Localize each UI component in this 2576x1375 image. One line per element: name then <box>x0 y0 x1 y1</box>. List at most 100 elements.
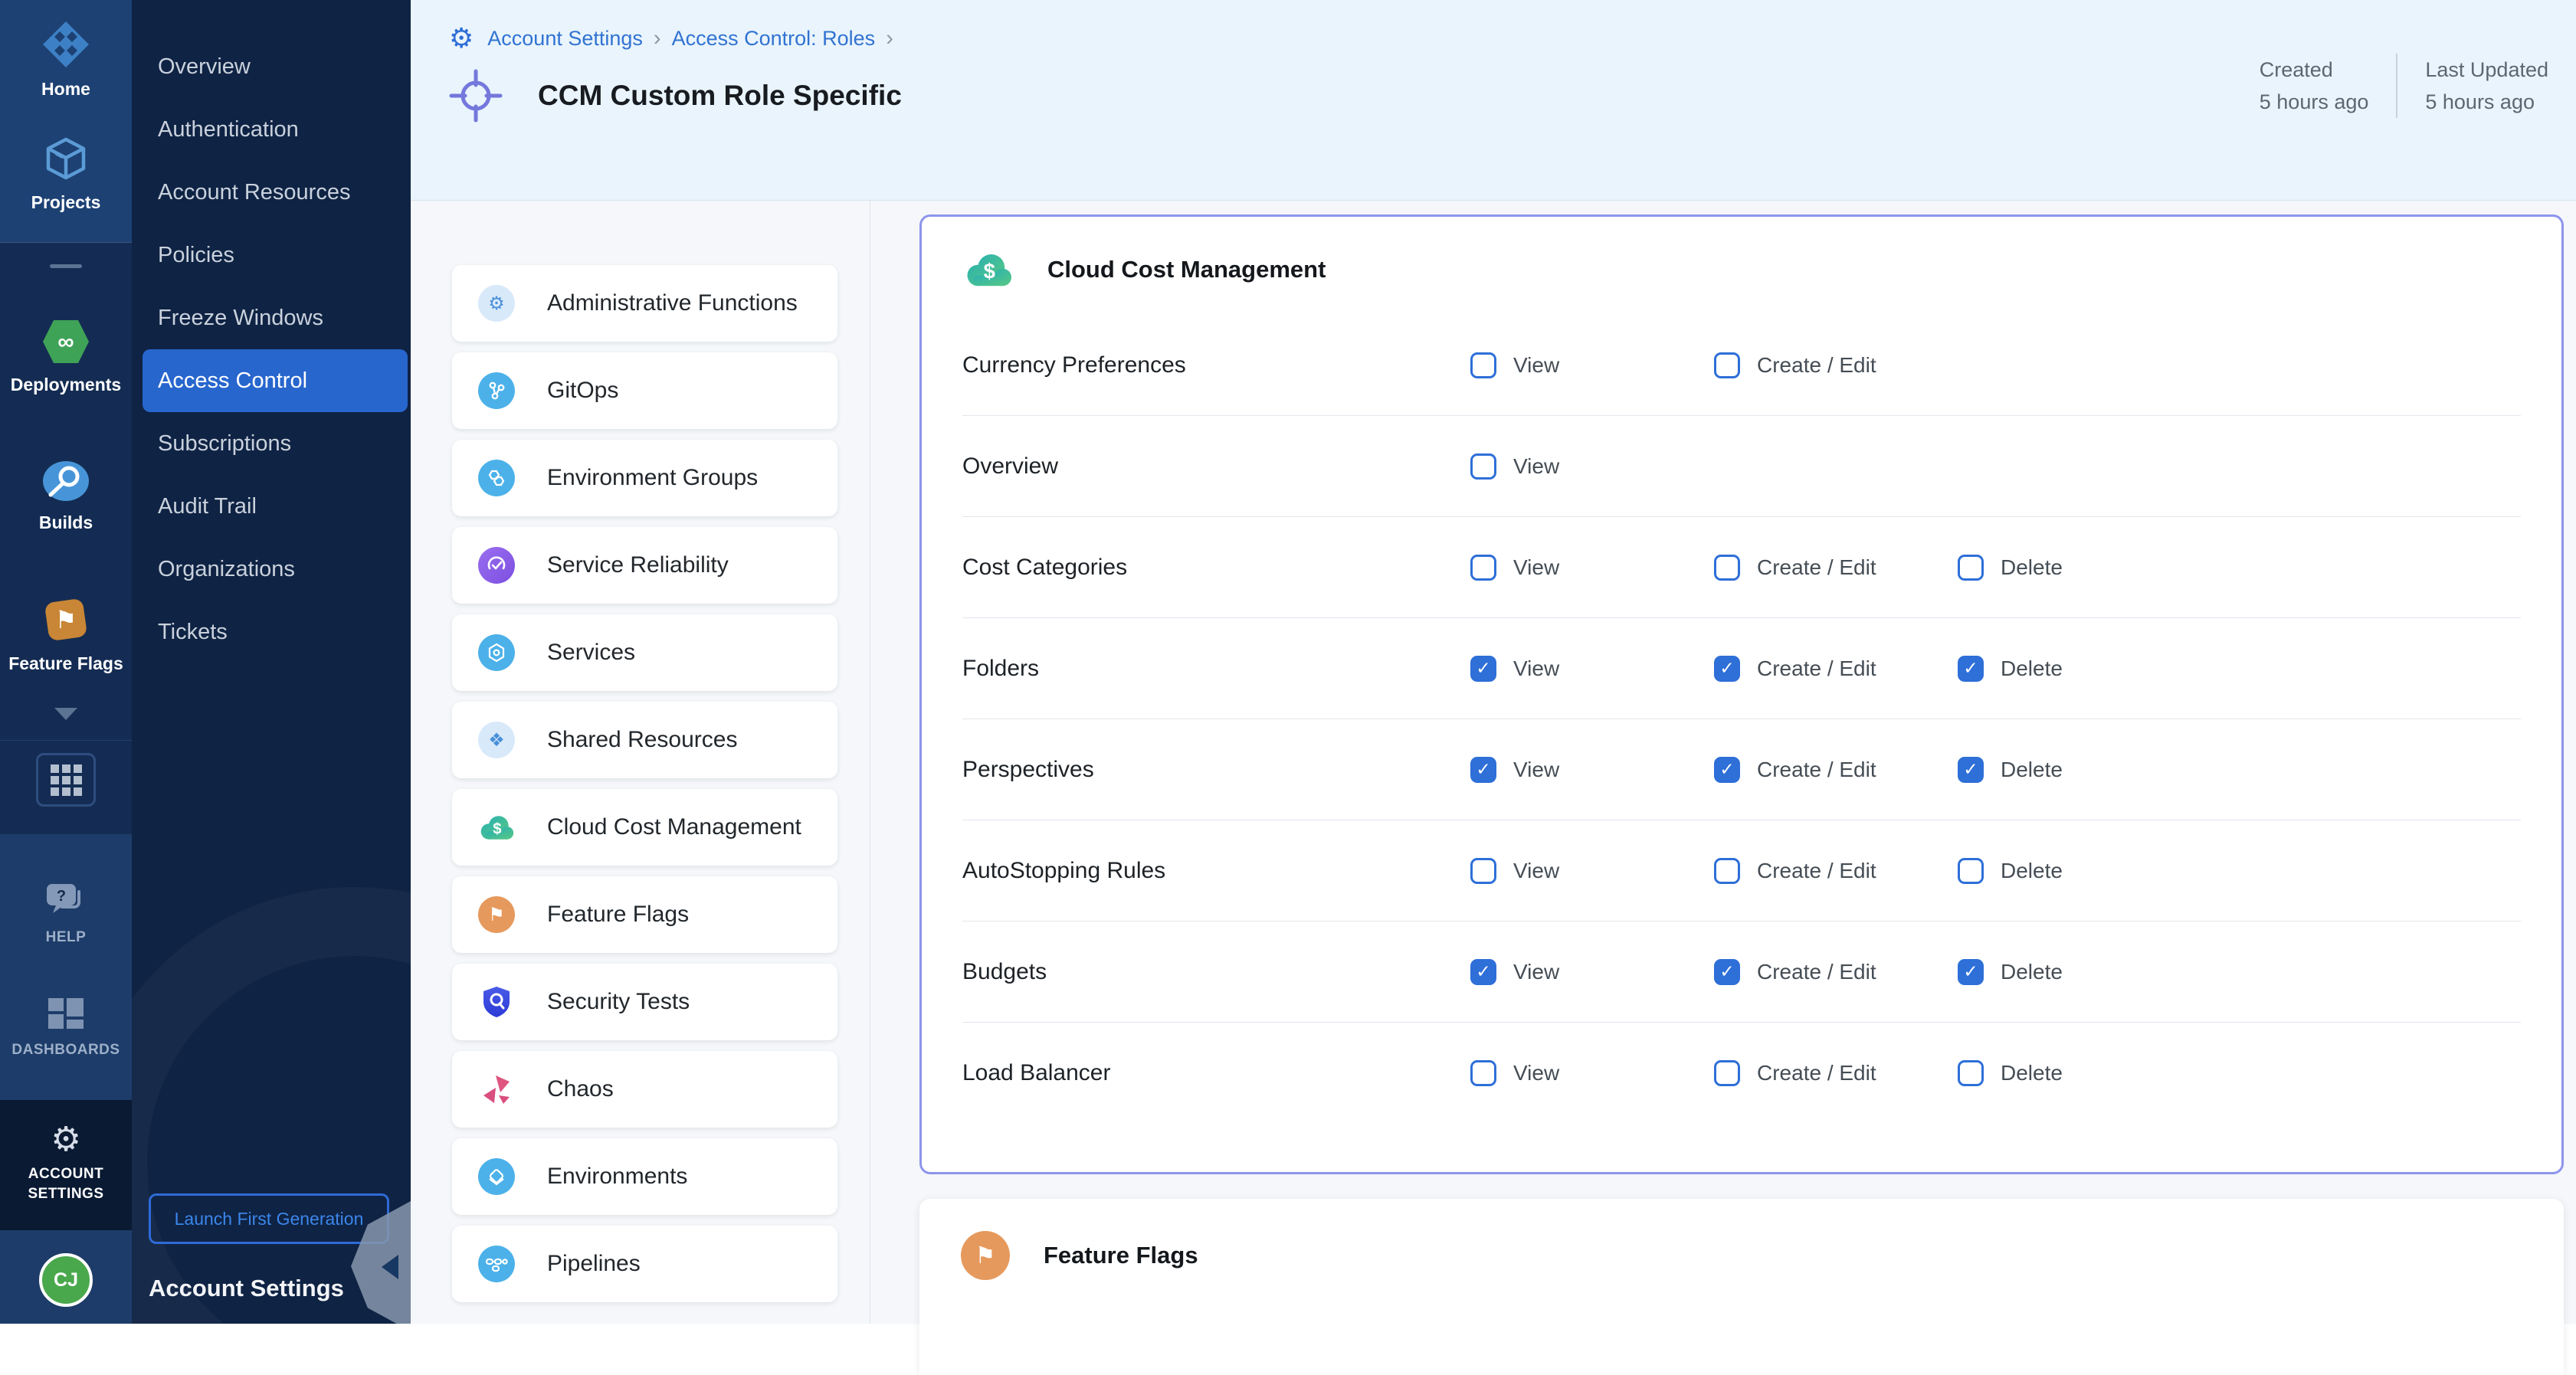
create-edit-checkbox[interactable] <box>1714 858 1740 884</box>
create-edit-checkbox[interactable] <box>1714 757 1740 783</box>
resource-card-pipelines[interactable]: Pipelines <box>452 1226 837 1302</box>
view-checkbox[interactable] <box>1470 1060 1496 1086</box>
rail-item-dashboards[interactable]: DASHBOARDS <box>11 997 120 1060</box>
environments-icon <box>478 1158 515 1195</box>
delete-checkbox[interactable] <box>1958 1060 1984 1086</box>
sidebar-item-organizations[interactable]: Organizations <box>132 538 411 601</box>
view-permission: View <box>1470 453 1714 480</box>
projects-icon <box>42 135 90 182</box>
grid-icon <box>51 764 82 796</box>
view-checkbox[interactable] <box>1470 858 1496 884</box>
collapse-sidebar-button[interactable] <box>382 1255 398 1279</box>
create-edit-checkbox[interactable] <box>1714 1060 1740 1086</box>
breadcrumb-access-control-roles[interactable]: Access Control: Roles <box>672 27 876 51</box>
avatar[interactable]: CJ <box>39 1253 93 1307</box>
sidebar-item-access-control[interactable]: Access Control <box>143 349 408 412</box>
sidebar-footer: Launch First Generation Account Settings <box>132 1193 411 1324</box>
rail-item-account-settings[interactable]: ⚙ ACCOUNT SETTINGS <box>0 1100 132 1230</box>
permission-row-overview: Overview View Create / Edit Delete <box>962 416 2521 517</box>
rail-section-lower: ? HELP DASHBOARDS ⚙ ACCOUNT SETTINGS CJ <box>0 834 132 1324</box>
sidebar-item-subscriptions[interactable]: Subscriptions <box>132 412 411 475</box>
feature-flags-permissions-panel: ⚑ Feature Flags <box>919 1199 2564 1375</box>
breadcrumb-account-settings[interactable]: Account Settings <box>487 27 643 51</box>
security-tests-icon <box>478 984 515 1020</box>
rail-item-label: Feature Flags <box>8 653 123 674</box>
admin-functions-icon: ⚙ <box>478 285 515 322</box>
rail-item-builds[interactable]: Builds <box>39 460 93 533</box>
delete-permission: Delete <box>1958 555 2201 581</box>
resource-card-administrative-functions[interactable]: ⚙ Administrative Functions <box>452 265 837 342</box>
breadcrumb: ⚙ Account Settings › Access Control: Rol… <box>449 0 2576 52</box>
main-area: ⚙ Account Settings › Access Control: Rol… <box>411 0 2576 1324</box>
pipelines-icon <box>478 1246 515 1282</box>
rail-divider-dash <box>50 264 82 268</box>
sidebar-item-policies[interactable]: Policies <box>132 224 411 286</box>
launch-first-generation-button[interactable]: Launch First Generation <box>149 1193 389 1244</box>
delete-permission: Delete <box>1958 656 2201 682</box>
rail-avatar-section: CJ <box>0 1230 132 1324</box>
view-checkbox[interactable] <box>1470 352 1496 378</box>
create-edit-permission: Create / Edit <box>1714 352 1958 378</box>
permission-row-folders: Folders View Create / Edit Delete <box>962 618 2521 719</box>
resource-card-environments[interactable]: Environments <box>452 1138 837 1215</box>
chevron-down-icon[interactable] <box>54 708 77 720</box>
sidebar-item-overview[interactable]: Overview <box>132 35 411 98</box>
content-area: ⚙ Administrative Functions GitOps Enviro… <box>411 201 2576 1324</box>
sidebar-item-audit-trail[interactable]: Audit Trail <box>132 475 411 538</box>
rail-item-help[interactable]: ? HELP <box>45 882 87 948</box>
sidebar-item-freeze-windows[interactable]: Freeze Windows <box>132 286 411 349</box>
create-edit-checkbox[interactable] <box>1714 959 1740 985</box>
cloud-cost-management-icon: $ <box>963 250 1014 289</box>
create-edit-permission: Create / Edit <box>1714 959 1958 985</box>
resource-card-chaos[interactable]: Chaos <box>452 1051 837 1128</box>
create-edit-checkbox[interactable] <box>1714 656 1740 682</box>
permissions-column: $ Cloud Cost Management Currency Prefere… <box>870 201 2576 1324</box>
resource-card-shared-resources[interactable]: ❖ Shared Resources <box>452 702 837 778</box>
delete-checkbox[interactable] <box>1958 656 1984 682</box>
panel-header: ⚑ Feature Flags <box>961 1231 2564 1280</box>
sidebar-item-tickets[interactable]: Tickets <box>132 601 411 663</box>
view-checkbox[interactable] <box>1470 453 1496 480</box>
rail-item-label: Builds <box>39 512 93 533</box>
create-edit-permission: Create / Edit <box>1714 757 1958 783</box>
delete-checkbox[interactable] <box>1958 858 1984 884</box>
delete-permission: Delete <box>1958 1060 2201 1086</box>
resource-card-gitops[interactable]: GitOps <box>452 352 837 429</box>
rail-section-top: Home Projects <box>0 0 132 243</box>
deployments-icon: ∞ <box>41 319 90 365</box>
resource-card-service-reliability[interactable]: Service Reliability <box>452 527 837 604</box>
module-picker-button[interactable] <box>36 753 96 807</box>
environment-groups-icon <box>478 460 515 496</box>
rail-item-home[interactable]: Home <box>41 20 90 100</box>
rail-section-modules: ∞ Deployments Builds ⚑ Feature Flags <box>0 243 132 834</box>
sidebar-item-authentication[interactable]: Authentication <box>132 98 411 161</box>
permission-row-budgets: Budgets View Create / Edit Delete <box>962 922 2521 1023</box>
chaos-icon <box>478 1071 515 1108</box>
view-checkbox[interactable] <box>1470 757 1496 783</box>
view-permission: View <box>1470 858 1714 884</box>
resource-card-cloud-cost-management[interactable]: $ Cloud Cost Management <box>452 789 837 866</box>
view-checkbox[interactable] <box>1470 959 1496 985</box>
gear-icon: ⚙ <box>51 1123 80 1157</box>
last-updated-label: Last Updated <box>2425 54 2548 86</box>
services-icon <box>478 634 515 671</box>
sidebar-item-account-resources[interactable]: Account Resources <box>132 161 411 224</box>
app-window: Home Projects ∞ Deployments Bu <box>0 0 2576 1324</box>
rail-item-feature-flags[interactable]: ⚑ Feature Flags <box>8 596 123 674</box>
delete-checkbox[interactable] <box>1958 959 1984 985</box>
create-edit-permission: Create / Edit <box>1714 656 1958 682</box>
create-edit-checkbox[interactable] <box>1714 352 1740 378</box>
view-checkbox[interactable] <box>1470 555 1496 581</box>
view-checkbox[interactable] <box>1470 656 1496 682</box>
resource-card-security-tests[interactable]: Security Tests <box>452 964 837 1040</box>
rail-item-deployments[interactable]: ∞ Deployments <box>11 319 121 395</box>
delete-checkbox[interactable] <box>1958 757 1984 783</box>
resource-card-environment-groups[interactable]: Environment Groups <box>452 440 837 516</box>
resource-card-services[interactable]: Services <box>452 614 837 691</box>
rail-item-label: Projects <box>31 192 101 213</box>
rail-item-projects[interactable]: Projects <box>31 135 101 213</box>
permission-row-autostopping-rules: AutoStopping Rules View Create / Edit De… <box>962 820 2521 922</box>
create-edit-checkbox[interactable] <box>1714 555 1740 581</box>
resource-card-feature-flags[interactable]: ⚑ Feature Flags <box>452 876 837 953</box>
delete-checkbox[interactable] <box>1958 555 1984 581</box>
